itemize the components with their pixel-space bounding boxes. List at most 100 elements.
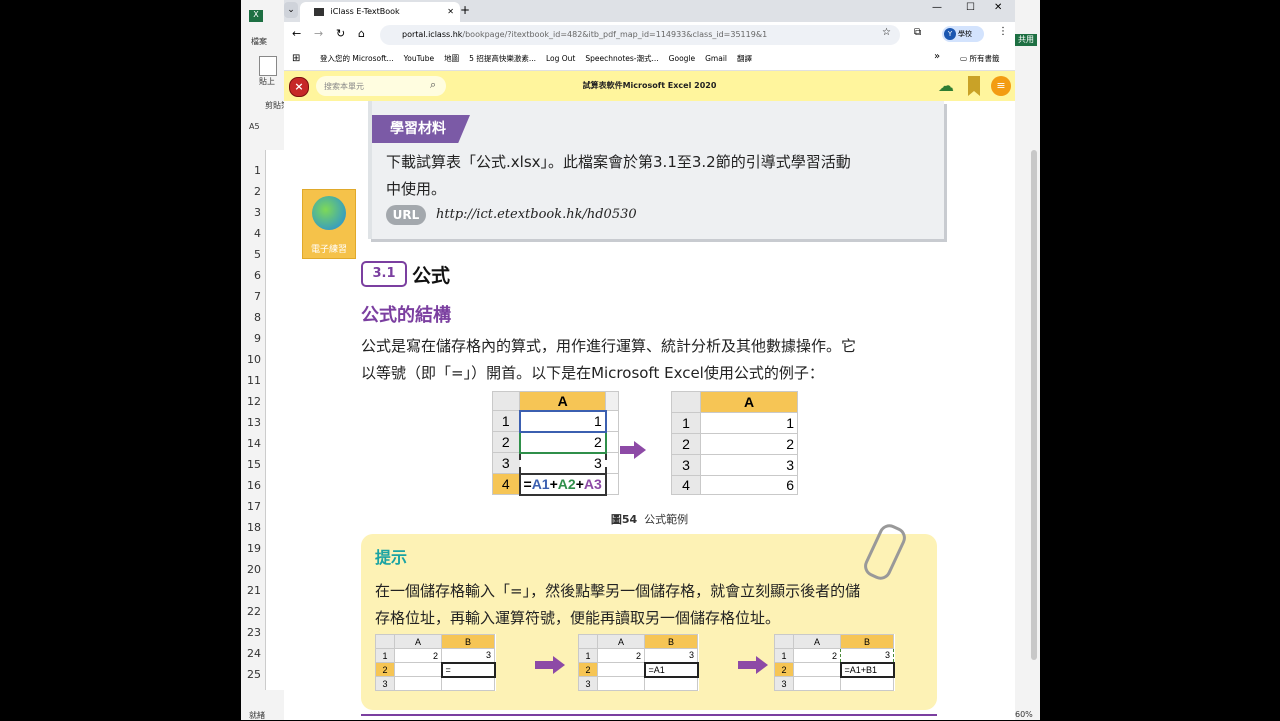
row-header: 1 [492, 410, 520, 432]
bookmark-item[interactable]: 地圖 [444, 54, 459, 63]
excel-row-header[interactable]: 23 [241, 622, 265, 643]
hint-line2: 存格位址，再輸入運算符號，便能再讀取另一個儲存格位址。 [375, 609, 781, 627]
row-header: 2 [774, 662, 794, 677]
tab-search-icon[interactable]: ⌄ [284, 2, 298, 18]
excel-row-header[interactable]: 16 [241, 475, 265, 496]
new-tab-button[interactable]: + [460, 3, 470, 17]
paste-icon[interactable] [259, 56, 277, 76]
section-title: 公式 [412, 265, 451, 287]
excel-row-header[interactable]: 17 [241, 496, 265, 517]
apps-grid-icon[interactable]: ⊞ [292, 53, 300, 64]
close-window-icon[interactable]: ✕ [994, 2, 1002, 13]
bookmark-star-icon[interactable]: ☆ [882, 27, 891, 38]
cell-value: 6 [700, 475, 798, 495]
excel-row-header[interactable]: 24 [241, 643, 265, 664]
row-header: 3 [578, 676, 598, 691]
col-header-a: A [394, 634, 442, 649]
section-number: 3.1 [361, 261, 407, 287]
excel-row-header[interactable]: 22 [241, 601, 265, 622]
bookmark-item[interactable]: Log Out [546, 54, 575, 63]
excel-row-header[interactable]: 12 [241, 391, 265, 412]
excel-row-header[interactable]: 25 [241, 664, 265, 685]
excel-zoom[interactable]: 60% [1015, 710, 1033, 719]
all-bookmarks-label: 所有書籤 [969, 54, 1000, 63]
sub-heading: 公式的結構 [361, 305, 451, 326]
menu-icon[interactable]: ≡ [991, 76, 1011, 96]
profile-button[interactable]: Y 學校 [942, 26, 984, 42]
excel-row-header[interactable]: 21 [241, 580, 265, 601]
excel-row-header[interactable]: 13 [241, 412, 265, 433]
bookmark-item[interactable]: Google [669, 54, 695, 63]
tab-favicon-icon [314, 7, 324, 16]
home-icon[interactable]: ⌂ [358, 27, 365, 40]
row-header: 2 [492, 431, 520, 453]
extensions-icon[interactable]: ⧉ [914, 27, 921, 38]
tab-close-icon[interactable]: ✕ [447, 2, 454, 22]
excel-row-header[interactable]: 20 [241, 559, 265, 580]
forward-icon[interactable]: → [314, 27, 323, 40]
cloud-download-icon[interactable]: ☁ [934, 76, 958, 96]
bookmark-item[interactable]: 翻譯 [737, 54, 752, 63]
excel-row-header[interactable]: 11 [241, 370, 265, 391]
back-icon[interactable]: ← [292, 27, 301, 40]
url-path: /bookpage/?itextbook_id=482&itb_pdf_map_… [462, 30, 768, 39]
tab-iclass[interactable]: iClass E-TextBook ✕ [300, 2, 460, 22]
excel-status: 就緒 [249, 711, 265, 720]
excel-file-tab[interactable]: 檔案 [251, 36, 267, 47]
cell-a1: 2 [597, 648, 645, 663]
excel-row-header[interactable]: 9 [241, 328, 265, 349]
url-field[interactable]: portal.iclass.hk/bookpage/?itextbook_id=… [380, 25, 900, 45]
material-url-link[interactable]: http://ict.etextbook.hk/hd0530 [436, 207, 637, 222]
excel-row-header[interactable]: 5 [241, 244, 265, 265]
all-bookmarks-folder[interactable]: ▭ 所有書籤 [960, 53, 999, 64]
learning-material-box: 學習材料 下載試算表「公式.xlsx」。此檔案會於第3.1至3.2節的引導式學習… [368, 101, 944, 239]
excel-grid[interactable] [265, 150, 286, 690]
maximize-icon[interactable]: ☐ [966, 2, 975, 13]
profile-label: 學校 [958, 30, 972, 38]
hint-box: 提示 在一個儲存格輸入「=」，然後點擊另一個儲存格，就會立刻顯示後者的儲 存格位… [361, 520, 937, 710]
excel-row-header[interactable]: 7 [241, 286, 265, 307]
bookmark-item[interactable]: 登入您的 Microsoft... [320, 54, 394, 63]
bookmark-item[interactable]: Gmail [705, 54, 727, 63]
bookmarks-more-button[interactable]: » [934, 51, 940, 62]
minimize-icon[interactable]: — [932, 2, 942, 13]
bookmark-icon[interactable] [968, 76, 980, 96]
material-text-line1: 下載試算表「公式.xlsx」。此檔案會於第3.1至3.2節的引導式學習活動 [386, 153, 851, 171]
bookmark-item[interactable]: 5 招提高快樂激素... [469, 54, 536, 63]
excel-row-header[interactable]: 8 [241, 307, 265, 328]
figure-left-sheet: A 11 22 33 4 =A1+A2+A3 [492, 391, 620, 496]
formula-plus: + [549, 476, 558, 492]
excel-row-header[interactable]: 2 [241, 181, 265, 202]
excel-row-header[interactable]: 19 [241, 538, 265, 559]
hint-arrow-icon [535, 656, 565, 674]
col-header-b: B [840, 634, 894, 649]
row-header: 1 [578, 648, 598, 663]
bookmark-item[interactable]: Speechnotes-潮式... [585, 54, 658, 63]
excel-row-header[interactable]: 6 [241, 265, 265, 286]
formula-plus: + [575, 476, 584, 492]
bookmark-item[interactable]: YouTube [404, 54, 435, 63]
figure-caption: 圖54 公式範例 [284, 511, 1015, 527]
share-button[interactable]: 共用 [1015, 34, 1037, 46]
para-line2: 以等號（即「=」）開首。以下是在Microsoft Excel使用公式的例子： [361, 364, 824, 382]
row-header: 1 [375, 648, 395, 663]
formula-eq: = [523, 476, 532, 492]
excel-row-header[interactable]: 18 [241, 517, 265, 538]
reload-icon[interactable]: ↻ [336, 27, 345, 40]
excel-row-header[interactable]: 10 [241, 349, 265, 370]
excel-row-header[interactable]: 1 [241, 160, 265, 181]
cell-a1: 1 [518, 409, 607, 433]
excel-row-header[interactable]: 3 [241, 202, 265, 223]
tab-title: iClass E-TextBook [330, 7, 400, 16]
excel-row-header[interactable]: 14 [241, 433, 265, 454]
bookmarks-bar: ⊞ 登入您的 Microsoft... YouTube 地圖 5 招提高快樂激素...… [284, 48, 1015, 71]
material-text-line2: 中使用。 [386, 180, 447, 198]
col-header-b: B [644, 634, 698, 649]
name-box[interactable]: A5 [249, 122, 260, 131]
e-exercise-button[interactable]: 電子練習 [302, 189, 356, 259]
excel-row-header[interactable]: 15 [241, 454, 265, 475]
menu-dots-icon[interactable]: ⋮ [998, 26, 1008, 37]
excel-row-header[interactable]: 4 [241, 223, 265, 244]
excel-scrollbar[interactable] [1031, 150, 1037, 660]
url-badge: URL [386, 205, 426, 225]
